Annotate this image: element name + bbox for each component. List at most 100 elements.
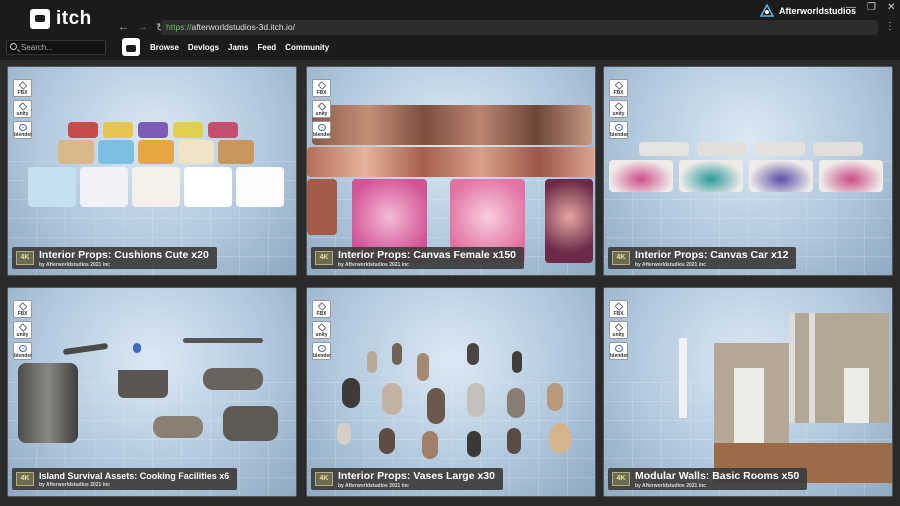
unity-icon (317, 323, 327, 332)
card-title[interactable]: Interior Props: Canvas Female x150 (338, 249, 516, 261)
menu-community[interactable]: Community (285, 43, 329, 52)
asset-card[interactable]: FBX unity blender 4K Modular Walls: Basi… (603, 287, 893, 497)
fbx-badge: FBX (312, 79, 331, 97)
url-host: afterworldstudios-3d.itch.io/ (191, 22, 295, 32)
blender-icon (318, 124, 326, 131)
fbx-badge: FBX (13, 79, 32, 97)
url-bar[interactable]: https://afterworldstudios-3d.itch.io/ (161, 20, 878, 35)
blender-icon (615, 124, 623, 131)
unity-icon (18, 102, 28, 111)
unity-badge: unity (13, 321, 32, 339)
card-author: by Afterworldstudios 2021 inc (338, 482, 409, 489)
restore-icon[interactable]: ❐ (867, 2, 876, 13)
window-controls: — ❐ ✕ (846, 2, 895, 13)
card-caption: 4K Modular Walls: Basic Rooms x50 by Aft… (608, 468, 808, 490)
format-badges: FBX unity blender (312, 300, 331, 360)
menu-devlogs[interactable]: Devlogs (188, 43, 219, 52)
fbx-icon (614, 302, 624, 311)
blender-badge: blender (13, 342, 32, 360)
back-arrow-icon[interactable]: ← (118, 21, 129, 34)
format-badges: FBX unity blender (609, 79, 628, 139)
blender-badge: blender (312, 121, 331, 139)
card-title[interactable]: Island Survival Assets: Cooking Faciliti… (39, 471, 229, 481)
format-badges: FBX unity blender (609, 300, 628, 360)
card-title[interactable]: Interior Props: Canvas Car x12 (635, 249, 788, 261)
4k-badge: 4K (16, 472, 34, 486)
asset-card[interactable]: FBX unity blender 4K Interior Props: Vas… (306, 287, 596, 497)
more-menu-icon[interactable]: ⋮ (885, 21, 895, 32)
unity-icon (614, 102, 624, 111)
fbx-icon (317, 81, 327, 90)
4k-badge: 4K (16, 251, 34, 265)
4k-badge: 4K (315, 472, 333, 486)
fbx-icon (18, 81, 28, 90)
search-icon (10, 43, 17, 50)
user-account[interactable]: Afterworldstudios (760, 4, 856, 18)
format-badges: FBX unity blender (13, 79, 32, 139)
unity-icon (317, 102, 327, 111)
forward-arrow-icon[interactable]: → (137, 21, 148, 34)
user-name: Afterworldstudios (779, 6, 857, 16)
unity-badge: unity (609, 321, 628, 339)
blender-icon (318, 345, 326, 352)
close-icon[interactable]: ✕ (887, 2, 895, 13)
4k-badge: 4K (315, 251, 333, 265)
fbx-badge: FBX (312, 300, 331, 318)
4k-badge: 4K (612, 472, 630, 486)
blender-badge: blender (13, 121, 32, 139)
minimize-icon[interactable]: — (846, 2, 856, 13)
unity-badge: unity (609, 100, 628, 118)
user-avatar-icon (760, 4, 774, 17)
main-menu: Browse Devlogs Jams Feed Community (150, 43, 329, 52)
asset-card[interactable]: FBX unity blender 4K Interior Props: Can… (306, 66, 596, 276)
card-author: by Afterworldstudios 2021 inc (635, 261, 706, 268)
card-author: by Afterworldstudios 2021 inc (338, 261, 409, 268)
4k-badge: 4K (612, 251, 630, 265)
card-caption: 4K Interior Props: Cushions Cute x20 by … (12, 247, 217, 269)
menu-feed[interactable]: Feed (258, 43, 277, 52)
card-caption: 4K Island Survival Assets: Cooking Facil… (12, 468, 238, 490)
brand-name: itch (56, 8, 92, 29)
unity-icon (18, 323, 28, 332)
unity-badge: unity (312, 100, 331, 118)
fbx-badge: FBX (13, 300, 32, 318)
fbx-icon (614, 81, 624, 90)
card-title[interactable]: Interior Props: Vases Large x30 (338, 470, 495, 482)
card-title[interactable]: Modular Walls: Basic Rooms x50 (635, 470, 799, 482)
format-badges: FBX unity blender (312, 79, 331, 139)
blender-badge: blender (609, 342, 628, 360)
itch-logo[interactable]: itch (30, 8, 92, 30)
card-author: by Afterworldstudios 2021 inc (635, 482, 706, 489)
asset-card[interactable]: FBX unity blender 4K Interior Props: Cus… (7, 66, 297, 276)
blender-icon (615, 345, 623, 352)
card-caption: 4K Interior Props: Vases Large x30 by Af… (311, 468, 503, 490)
card-caption: 4K Interior Props: Canvas Female x150 by… (311, 247, 524, 269)
unity-icon (614, 323, 624, 332)
fbx-icon (317, 302, 327, 311)
format-badges: FBX unity blender (13, 300, 32, 360)
navigation-buttons: ← → ↻ (118, 21, 165, 34)
asset-card[interactable]: FBX unity blender 4K Interior Props: Can… (603, 66, 893, 276)
fbx-badge: FBX (609, 300, 628, 318)
blender-icon (19, 124, 27, 131)
search-placeholder: Search... (21, 43, 54, 52)
itch-logo-icon (30, 9, 50, 29)
unity-badge: unity (312, 321, 331, 339)
fbx-badge: FBX (609, 79, 628, 97)
search-input[interactable]: Search... (6, 40, 106, 55)
fbx-icon (18, 302, 28, 311)
url-scheme: https:// (166, 22, 192, 32)
menu-browse[interactable]: Browse (150, 43, 179, 52)
menu-jams[interactable]: Jams (228, 43, 248, 52)
card-author: by Afterworldstudios 2021 inc (39, 481, 110, 488)
card-author: by Afterworldstudios 2021 inc (39, 261, 110, 268)
card-caption: 4K Interior Props: Canvas Car x12 by Aft… (608, 247, 797, 269)
blender-badge: blender (312, 342, 331, 360)
store-icon[interactable] (122, 38, 140, 56)
unity-badge: unity (13, 100, 32, 118)
title-bar: itch ← → ↻ https://afterworldstudios-3d.… (0, 0, 900, 36)
asset-card[interactable]: FBX unity blender 4K Island Survival Ass… (7, 287, 297, 497)
asset-grid: FBX unity blender 4K Interior Props: Cus… (0, 60, 900, 506)
blender-icon (19, 345, 27, 352)
card-title[interactable]: Interior Props: Cushions Cute x20 (39, 249, 209, 261)
